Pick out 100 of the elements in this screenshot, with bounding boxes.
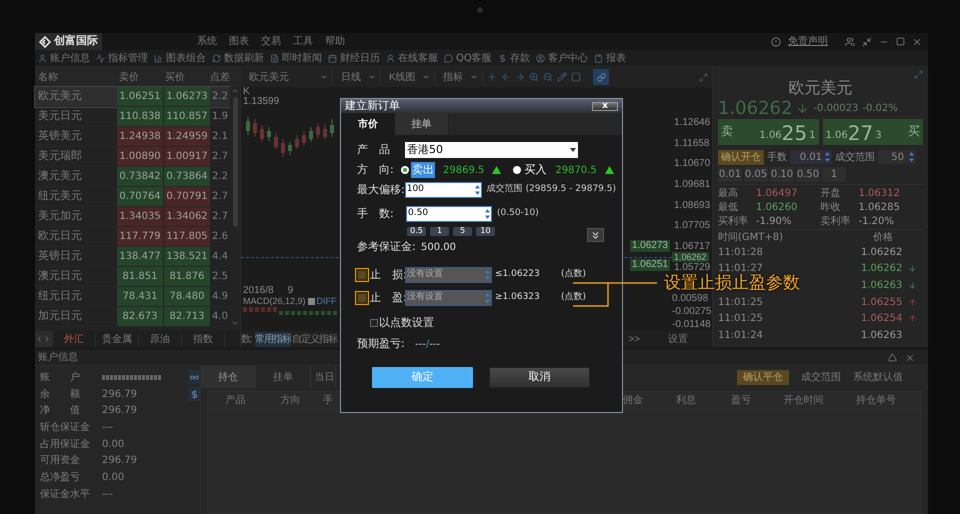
- quick-lot-button[interactable]: 0.50: [796, 167, 820, 182]
- left-arrow-icon[interactable]: [501, 72, 511, 82]
- direction-option[interactable]: 买入: [523, 162, 548, 178]
- checkbox[interactable]: [308, 298, 315, 304]
- quick-lot-button[interactable]: 5: [453, 226, 472, 236]
- toolbar-button[interactable]: 存款: [510, 50, 530, 66]
- more-button[interactable]: >>: [628, 332, 640, 346]
- toolbar-button[interactable]: QQ客服: [456, 50, 492, 66]
- quote-row[interactable]: 澳元日元 81.851 81.876 2.5: [35, 267, 230, 287]
- quote-row[interactable]: 纽元美元 0.70764 0.70791 2.7: [35, 187, 230, 207]
- toolbar-button[interactable]: 财经日历: [340, 50, 380, 66]
- spinner-arrows-icon[interactable]: [908, 151, 915, 163]
- quick-lot-button[interactable]: 0.01: [718, 167, 742, 182]
- close-position-button[interactable]: 确认平仓: [737, 370, 789, 384]
- spinner-arrows-icon[interactable]: [484, 208, 491, 220]
- toolbar-button[interactable]: 客户中心: [548, 50, 588, 66]
- scrollbar-thumb[interactable]: [232, 97, 238, 227]
- quick-lot-button[interactable]: 1: [822, 167, 846, 182]
- close-icon[interactable]: [912, 36, 922, 46]
- toolbar-button[interactable]: 即时新闻: [282, 50, 322, 66]
- lots-field[interactable]: 0.50: [406, 206, 492, 222]
- maximize-icon[interactable]: [896, 37, 905, 46]
- confirm-button[interactable]: 确定: [372, 367, 473, 388]
- collapse-icon[interactable]: [888, 353, 897, 362]
- menu-item[interactable]: 帮助: [325, 34, 345, 49]
- disclaimer-link[interactable]: 免责声明: [788, 34, 828, 49]
- quote-row[interactable]: 欧元日元 117.779 117.805 2.6: [35, 227, 230, 247]
- quote-row[interactable]: 美元瑞郎 1.00890 1.00917 2.7: [35, 147, 230, 167]
- toolbar-button[interactable]: 报表: [606, 50, 626, 66]
- pencil-icon[interactable]: [557, 72, 567, 82]
- market-tab[interactable]: 贵金属: [96, 332, 139, 346]
- range-field[interactable]: 50: [878, 150, 916, 164]
- menu-item[interactable]: 工具: [293, 34, 313, 49]
- tab-scroll-arrows[interactable]: [35, 331, 53, 347]
- dropdown-field[interactable]: K线图: [385, 70, 435, 84]
- market-tab[interactable]: 原油: [139, 332, 182, 346]
- product-dropdown[interactable]: 香港50: [405, 142, 578, 158]
- quick-lot-button[interactable]: 10: [476, 226, 495, 236]
- quick-lot-button[interactable]: 0.10: [770, 167, 794, 182]
- users-icon[interactable]: [845, 36, 855, 46]
- link-button[interactable]: [188, 370, 200, 384]
- zoom-in-icon[interactable]: [529, 72, 539, 82]
- settings-button[interactable]: 设置: [668, 332, 688, 346]
- toolbar-button[interactable]: 指标管理: [108, 50, 148, 66]
- menu-item[interactable]: 系统: [197, 34, 217, 49]
- price-input[interactable]: 没有设置: [407, 291, 483, 305]
- dropdown-field[interactable]: 指标: [439, 70, 483, 84]
- close-icon[interactable]: [905, 352, 915, 362]
- toolbar-button[interactable]: 图表组合: [166, 50, 206, 66]
- sell-button[interactable]: 卖 1.0625 1: [718, 119, 818, 145]
- toolbar-button[interactable]: 账户信息: [50, 50, 90, 66]
- scroll-down-icon[interactable]: [231, 319, 239, 327]
- quote-row[interactable]: 欧元美元 1.06251 1.06273 2.2: [35, 87, 230, 107]
- toolbar-button[interactable]: 数据刷新: [224, 50, 264, 66]
- deposit-button[interactable]: [188, 387, 200, 401]
- quote-row[interactable]: 加元日元 82.673 82.713 4.0: [35, 307, 230, 327]
- default-button[interactable]: 系统默认值: [853, 370, 903, 384]
- crosshair-icon[interactable]: [487, 72, 497, 82]
- dropdown-field[interactable]: 欧元美元: [245, 70, 333, 84]
- scroll-up-icon[interactable]: [231, 87, 239, 95]
- deviation-field[interactable]: 100: [404, 182, 482, 198]
- price-field[interactable]: 没有设置: [405, 290, 492, 306]
- quote-row[interactable]: 澳元美元 0.73842 0.73864 2.2: [35, 167, 230, 187]
- indicator-tab[interactable]: 自定义指标: [292, 332, 337, 346]
- dialog-tab[interactable]: 挂单: [395, 113, 449, 135]
- quote-row[interactable]: 英镑美元 1.24938 1.24959 2.1: [35, 127, 230, 147]
- market-tab[interactable]: 指数: [182, 332, 225, 346]
- rectangle-icon[interactable]: [571, 72, 581, 82]
- lots-field[interactable]: 0.01: [790, 150, 832, 164]
- toolbar-button[interactable]: 在线客服: [398, 50, 438, 66]
- spinner-arrows-icon[interactable]: [824, 151, 831, 163]
- cancel-button[interactable]: 取消: [489, 367, 590, 388]
- quote-row[interactable]: 美元日元 110.838 110.857 1.9: [35, 107, 230, 127]
- quick-lot-button[interactable]: 1: [430, 226, 449, 236]
- checkbox[interactable]: [370, 319, 378, 327]
- position-tab[interactable]: 持仓: [201, 366, 256, 388]
- link-button[interactable]: [593, 69, 609, 85]
- right-arrow-icon[interactable]: [515, 72, 525, 82]
- expand-button[interactable]: [587, 228, 604, 242]
- quote-row[interactable]: 纽元日元 78.431 78.480 4.9: [35, 287, 230, 307]
- direction-option[interactable]: 卖出: [411, 162, 435, 178]
- buy-button[interactable]: 1.0627 3 买: [822, 119, 923, 145]
- close-button[interactable]: x: [592, 102, 618, 110]
- radio-button[interactable]: [401, 166, 409, 174]
- menu-item[interactable]: 图表: [229, 34, 249, 49]
- checkbox[interactable]: [355, 291, 369, 305]
- range-button[interactable]: 成交范围: [801, 370, 841, 384]
- menu-item[interactable]: 交易: [261, 34, 281, 49]
- dropdown-field[interactable]: 日线: [337, 70, 381, 84]
- expand-icon[interactable]: [914, 70, 923, 79]
- dialog-tab[interactable]: 市价: [341, 113, 395, 135]
- market-tab[interactable]: 外汇: [53, 332, 96, 346]
- quote-row[interactable]: 美元加元 1.34035 1.34062 2.7: [35, 207, 230, 227]
- shrink-icon[interactable]: [862, 36, 872, 46]
- expand-icon[interactable]: [699, 72, 708, 82]
- indicator-tab[interactable]: 常用指标: [255, 332, 291, 346]
- checkbox[interactable]: [355, 268, 369, 282]
- price-field[interactable]: 没有设置: [405, 267, 492, 283]
- spinner-arrows-icon[interactable]: [474, 184, 481, 196]
- quote-row[interactable]: 英镑日元 138.477 138.521 4.4: [35, 247, 230, 267]
